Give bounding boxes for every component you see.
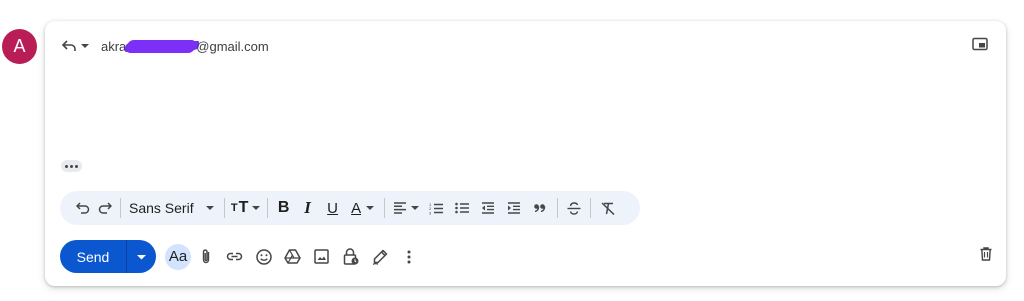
indent-less-icon[interactable] [475,195,501,221]
pop-out-icon[interactable] [972,37,988,51]
avatar[interactable]: A [2,29,37,64]
confidential-icon[interactable] [336,244,365,270]
trash-icon[interactable] [980,247,992,261]
show-trimmed-content-button[interactable] [61,160,82,172]
underline-button[interactable]: U [320,195,346,221]
toolbar-separator [383,198,385,218]
attach-icon[interactable] [191,244,220,270]
compose-box: akra @gmail.com Sans Serif TT B I U A 1 … [45,21,1006,286]
formatting-toolbar: Sans Serif TT B I U A 123 [60,191,640,225]
recipient-prefix: akra [101,38,127,54]
send-button[interactable]: Send [60,240,126,273]
signature-icon[interactable] [365,244,394,270]
compose-actions: Send Aa [60,240,423,273]
drive-icon[interactable] [278,244,307,270]
quote-icon[interactable] [527,195,553,221]
formatting-options-button[interactable]: Aa [165,243,191,270]
text-color-button[interactable]: A [346,195,380,221]
bulleted-list-icon[interactable] [449,195,475,221]
recipient-field[interactable]: akra @gmail.com [101,39,269,54]
toolbar-separator [589,198,591,218]
avatar-letter: A [13,36,26,56]
toolbar-separator [266,198,268,218]
emoji-icon[interactable] [249,244,278,270]
caret-down-icon [81,43,89,49]
caret-down-icon [205,206,214,210]
redo-icon[interactable] [94,195,116,221]
font-size-icon[interactable]: TT [229,195,263,221]
schedule-send-button[interactable] [127,240,156,273]
strikethrough-icon[interactable] [562,195,586,221]
italic-button[interactable]: I [296,195,320,221]
link-icon[interactable] [220,244,249,270]
remove-formatting-icon[interactable] [595,195,621,221]
text-color-label: A [351,199,362,217]
undo-icon[interactable] [72,195,94,221]
toolbar-separator [223,198,225,218]
indent-more-icon[interactable] [501,195,527,221]
bold-button[interactable]: B [272,195,296,221]
reply-header: akra @gmail.com [61,35,269,57]
photo-icon[interactable] [307,244,336,270]
caret-down-icon [137,254,146,259]
font-family-select[interactable]: Sans Serif [125,195,220,221]
reply-icon [61,39,77,53]
svg-text:3: 3 [429,210,432,215]
font-family-value: Sans Serif [129,200,194,216]
toolbar-separator [556,198,558,218]
redaction-mark [127,39,196,53]
toolbar-separator [120,198,121,218]
more-options-icon[interactable] [394,244,423,270]
numbered-list-icon[interactable]: 123 [423,195,449,221]
reply-type-button[interactable] [61,39,89,53]
recipient-suffix: @gmail.com [196,38,269,54]
align-icon[interactable] [389,195,423,221]
send-button-group: Send [60,240,156,273]
